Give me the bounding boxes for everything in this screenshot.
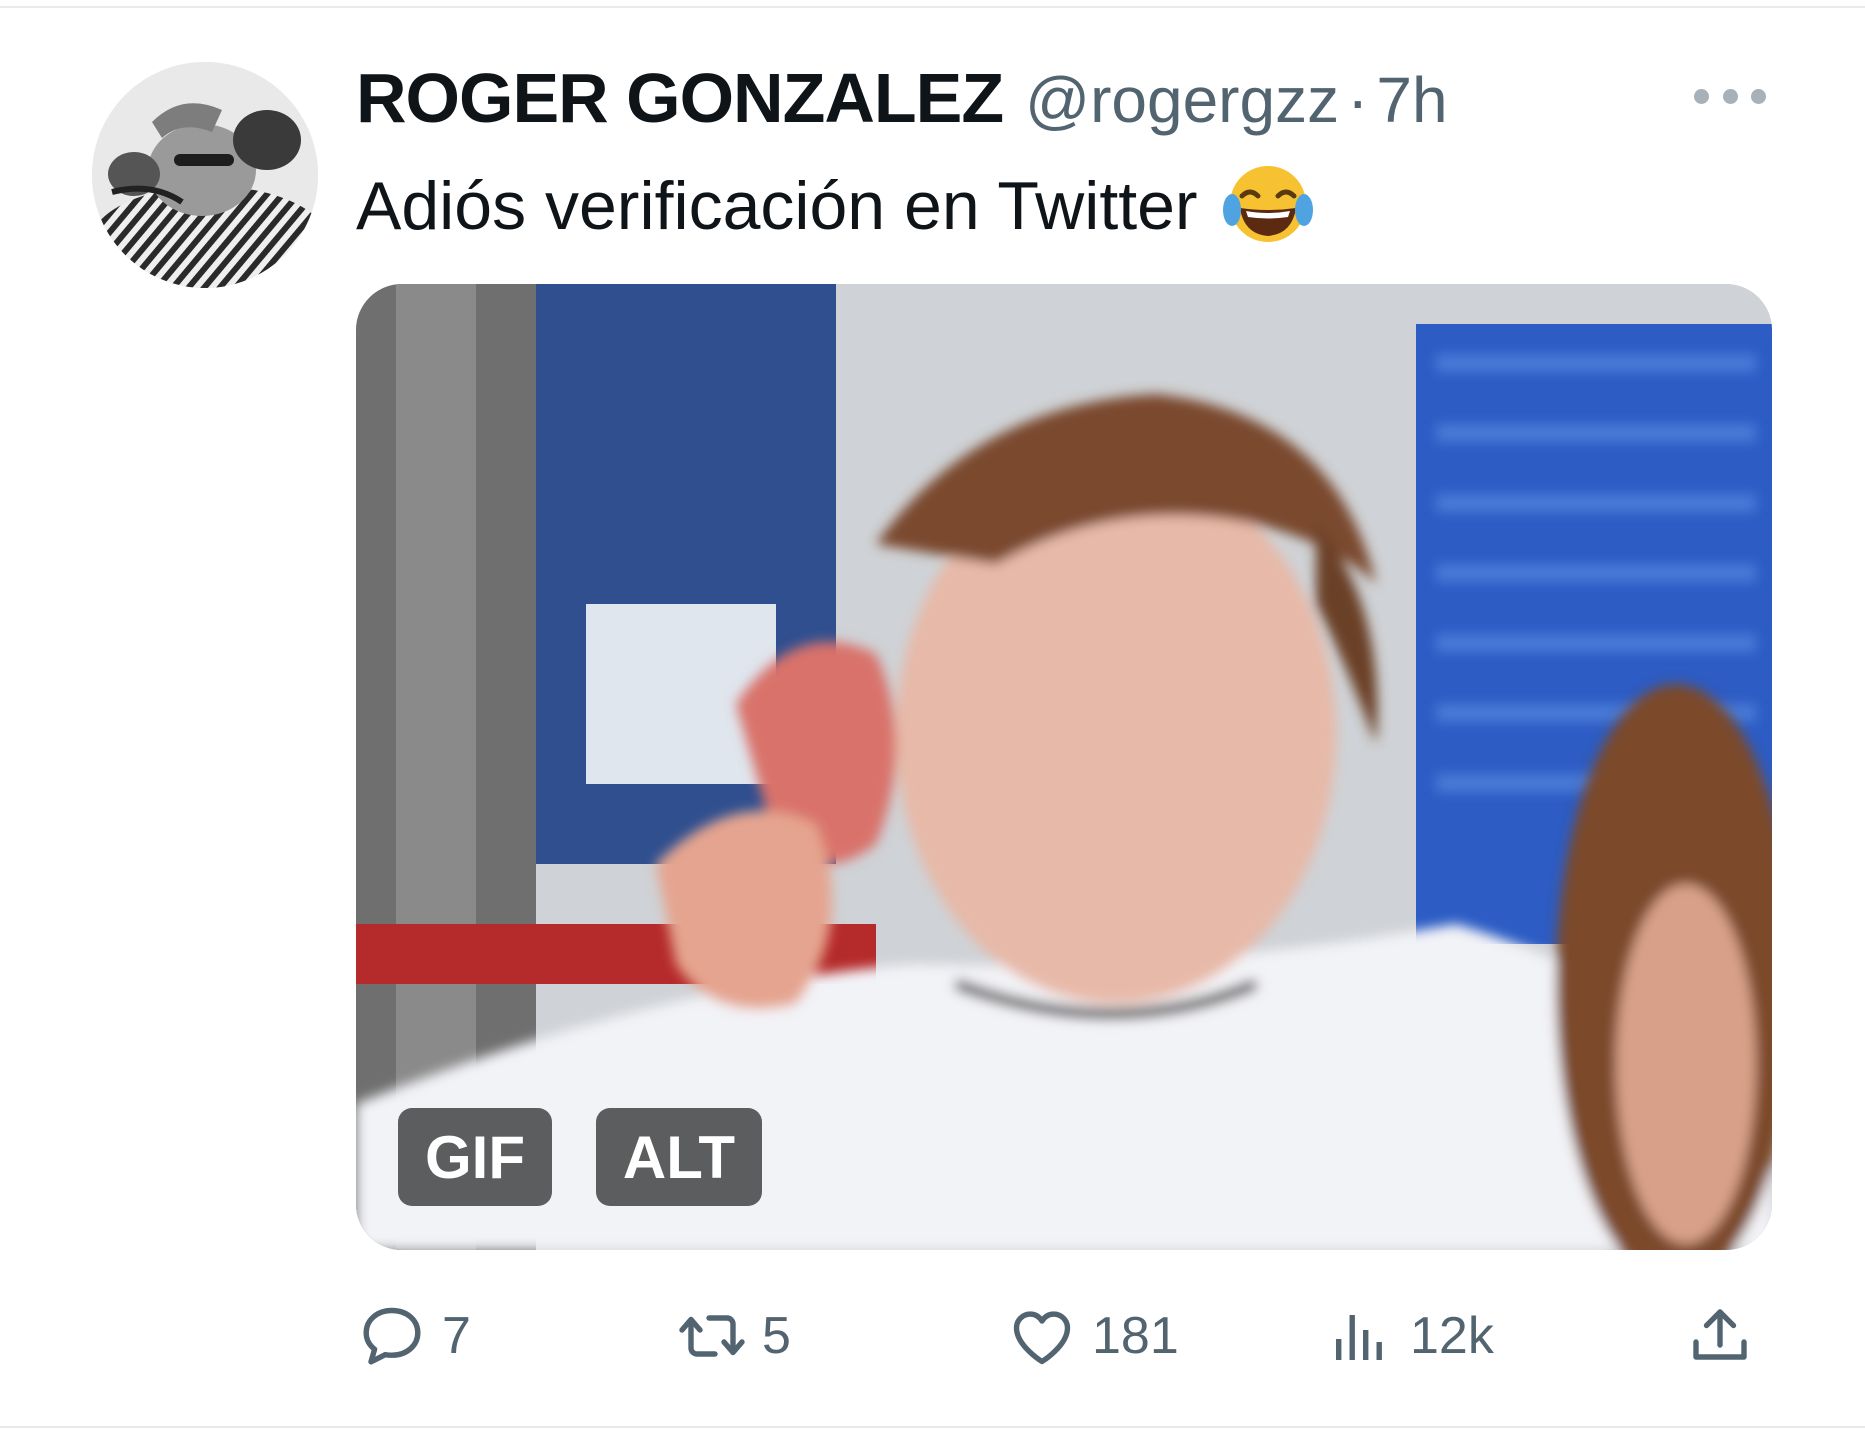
views-count: 12k — [1410, 1307, 1494, 1365]
retweet-arrows-icon — [679, 1315, 745, 1357]
avatar[interactable] — [92, 62, 318, 288]
like-button[interactable]: 181 — [1006, 1296, 1179, 1376]
more-dot — [1694, 88, 1709, 104]
retweet-count: 5 — [762, 1307, 791, 1365]
separator-dot: · — [1347, 64, 1369, 136]
more-dot — [1751, 88, 1766, 104]
tweet-text-row: Adiós verificación en Twitter — [356, 160, 1314, 252]
tweet-text: Adiós verificación en Twitter — [356, 168, 1198, 244]
tweet-media-gif[interactable] — [356, 284, 1772, 1250]
author-display-name[interactable]: ROGER GONZALEZ — [356, 58, 1004, 138]
author-handle[interactable]: @rogergzz — [1025, 63, 1339, 137]
tweet-actions: 7 5 181 12k — [356, 1296, 1772, 1376]
tears-of-joy-emoji-icon — [1222, 160, 1314, 252]
tweet-timestamp[interactable]: 7h — [1376, 63, 1447, 137]
retweet-button[interactable]: 5 — [676, 1296, 791, 1376]
more-icon[interactable] — [1694, 76, 1766, 116]
like-count: 181 — [1092, 1307, 1179, 1365]
analytics-bars-icon — [1336, 1315, 1382, 1360]
gif-frame-image — [356, 284, 1772, 1250]
heart-icon — [1013, 1311, 1071, 1365]
reply-button[interactable]: 7 — [356, 1296, 471, 1376]
share-button[interactable] — [1684, 1296, 1756, 1376]
alt-text-badge[interactable]: ALT — [596, 1108, 762, 1206]
views-button[interactable]: 12k — [1324, 1296, 1494, 1376]
reply-count: 7 — [442, 1307, 471, 1365]
bottom-divider — [0, 1426, 1865, 1428]
tweet-header: ROGER GONZALEZ @rogergzz · 7h — [356, 58, 1448, 138]
gif-badge[interactable]: GIF — [398, 1108, 552, 1206]
tweet[interactable]: ROGER GONZALEZ @rogergzz · 7h Adiós veri… — [0, 0, 1865, 1440]
more-dot — [1722, 88, 1738, 104]
share-upload-icon — [1693, 1309, 1747, 1360]
reply-bubble-icon — [363, 1307, 421, 1365]
avatar-photo — [92, 62, 318, 288]
